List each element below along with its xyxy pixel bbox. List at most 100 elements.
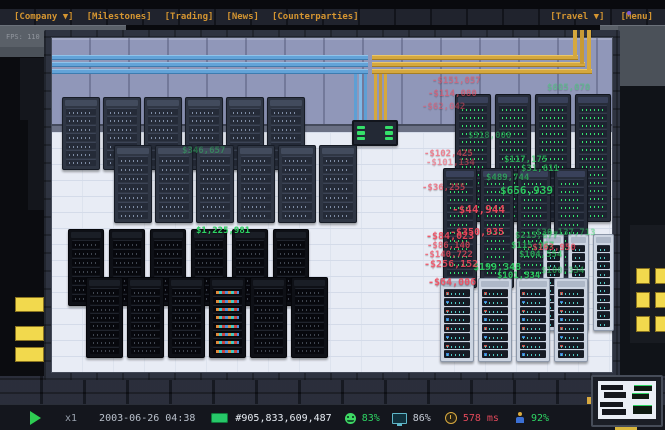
rack-top-cap — [596, 237, 611, 243]
menu-menu[interactable]: [Menu] — [620, 12, 653, 22]
yellow-cable-run-3 — [372, 69, 592, 74]
server-unit — [447, 236, 473, 243]
network-switch[interactable] — [352, 120, 398, 146]
server-rack-southeast-front[interactable] — [440, 278, 474, 362]
rack-server-slots — [520, 289, 546, 358]
minimap-rack-cluster-green — [634, 385, 652, 391]
server-unit — [118, 193, 148, 201]
server-unit — [499, 129, 527, 136]
server-unit — [558, 187, 584, 194]
server-rack-southwest-front[interactable] — [127, 277, 164, 358]
server-unit — [459, 154, 487, 161]
server-unit — [277, 258, 305, 266]
server-unit — [459, 121, 487, 128]
server-unit — [172, 338, 201, 345]
server-unit — [558, 342, 584, 350]
server-unit — [323, 202, 353, 210]
server-rack-southeast-front[interactable] — [516, 278, 550, 362]
rack-top-cap — [578, 97, 608, 103]
server-rack-northeast-front[interactable] — [443, 168, 477, 288]
rack-server-slots — [159, 156, 189, 219]
server-unit — [539, 138, 567, 145]
game-screen: [Company ▼] [Milestones] [Trading] [News… — [0, 0, 665, 430]
rack-top-cap — [240, 148, 272, 154]
play-button[interactable] — [30, 411, 41, 425]
server-unit — [107, 108, 137, 115]
server-unit — [254, 305, 283, 312]
rack-top-cap — [147, 100, 179, 106]
server-unit — [159, 174, 189, 182]
server-rack-northwest-front[interactable] — [237, 145, 275, 223]
server-unit — [159, 156, 189, 164]
server-unit — [66, 125, 96, 132]
server-unit — [539, 154, 567, 161]
minimap-side-light — [587, 397, 591, 404]
rack-server-slots — [131, 288, 160, 354]
server-unit — [547, 270, 560, 277]
server-rack-northwest-front[interactable] — [114, 145, 152, 223]
rack-server-slots — [254, 288, 283, 354]
server-unit — [447, 261, 473, 268]
window-left-1 — [15, 297, 44, 312]
server-rack-southwest-front[interactable] — [86, 277, 123, 358]
server-rack-southwest-front[interactable] — [291, 277, 328, 358]
menu-news[interactable]: [News] — [226, 12, 259, 22]
server-unit — [118, 156, 148, 164]
menu-right-group: [Travel ▼] [Menu] — [550, 12, 665, 22]
server-unit — [558, 315, 584, 323]
menu-travel[interactable]: [Travel ▼] — [550, 12, 604, 22]
server-unit — [282, 183, 312, 191]
switch-led-column-right — [385, 126, 393, 140]
server-unit — [113, 258, 141, 266]
server-unit — [118, 183, 148, 191]
server-unit — [271, 116, 301, 123]
server-rack-southeast-front[interactable] — [478, 278, 512, 362]
rack-server-slots — [597, 245, 610, 327]
server-rack-southwest-front[interactable] — [168, 277, 205, 358]
rack-top-cap — [498, 97, 528, 103]
server-unit — [521, 212, 547, 219]
server-unit — [200, 156, 230, 164]
minimap-rack-cluster-green — [633, 405, 652, 414]
game-speed[interactable]: x1 — [65, 413, 77, 424]
menu-left-group: [Company ▼] [Milestones] [Trading] [News… — [0, 12, 359, 22]
server-rack-southwest-front[interactable] — [250, 277, 287, 358]
server-unit — [597, 320, 610, 327]
server-rack-northwest-front[interactable] — [319, 145, 357, 223]
power-percent: 92% — [531, 413, 549, 424]
server-rack-southwest-front[interactable] — [209, 277, 246, 358]
menu-trading[interactable]: [Trading] — [165, 12, 214, 22]
server-unit — [558, 333, 584, 341]
server-rack-southeast-back[interactable] — [593, 234, 614, 331]
street-ground — [0, 376, 665, 406]
server-unit — [484, 220, 510, 227]
server-unit — [597, 253, 610, 260]
server-rack-northwest-front[interactable] — [196, 145, 234, 223]
server-rack-northwest-front[interactable] — [155, 145, 193, 223]
rack-server-slots — [482, 289, 508, 358]
server-unit — [200, 174, 230, 182]
server-rack-northwest-front[interactable] — [278, 145, 316, 223]
server-unit — [66, 142, 96, 149]
server-unit — [172, 322, 201, 329]
server-unit — [459, 138, 487, 145]
menu-company[interactable]: [Company ▼] — [14, 12, 74, 22]
server-rack-northeast-front[interactable] — [480, 168, 514, 288]
server-unit — [484, 187, 510, 194]
server-unit — [90, 330, 119, 337]
server-rack-northwest-back[interactable] — [62, 97, 100, 170]
menu-counterparties[interactable]: [Counterparties] — [272, 12, 359, 22]
server-unit — [295, 313, 324, 320]
server-unit — [213, 338, 242, 345]
server-unit — [447, 195, 473, 202]
server-unit — [241, 193, 271, 201]
server-rack-southeast-front[interactable] — [554, 278, 588, 362]
server-unit — [195, 249, 223, 257]
rack-top-cap — [106, 100, 138, 106]
server-unit — [520, 315, 546, 323]
fps-counter: FPS: 110 — [6, 33, 40, 41]
server-unit — [236, 258, 264, 266]
minimap-panel[interactable] — [591, 375, 663, 427]
server-unit — [323, 183, 353, 191]
menu-milestones[interactable]: [Milestones] — [87, 12, 152, 22]
